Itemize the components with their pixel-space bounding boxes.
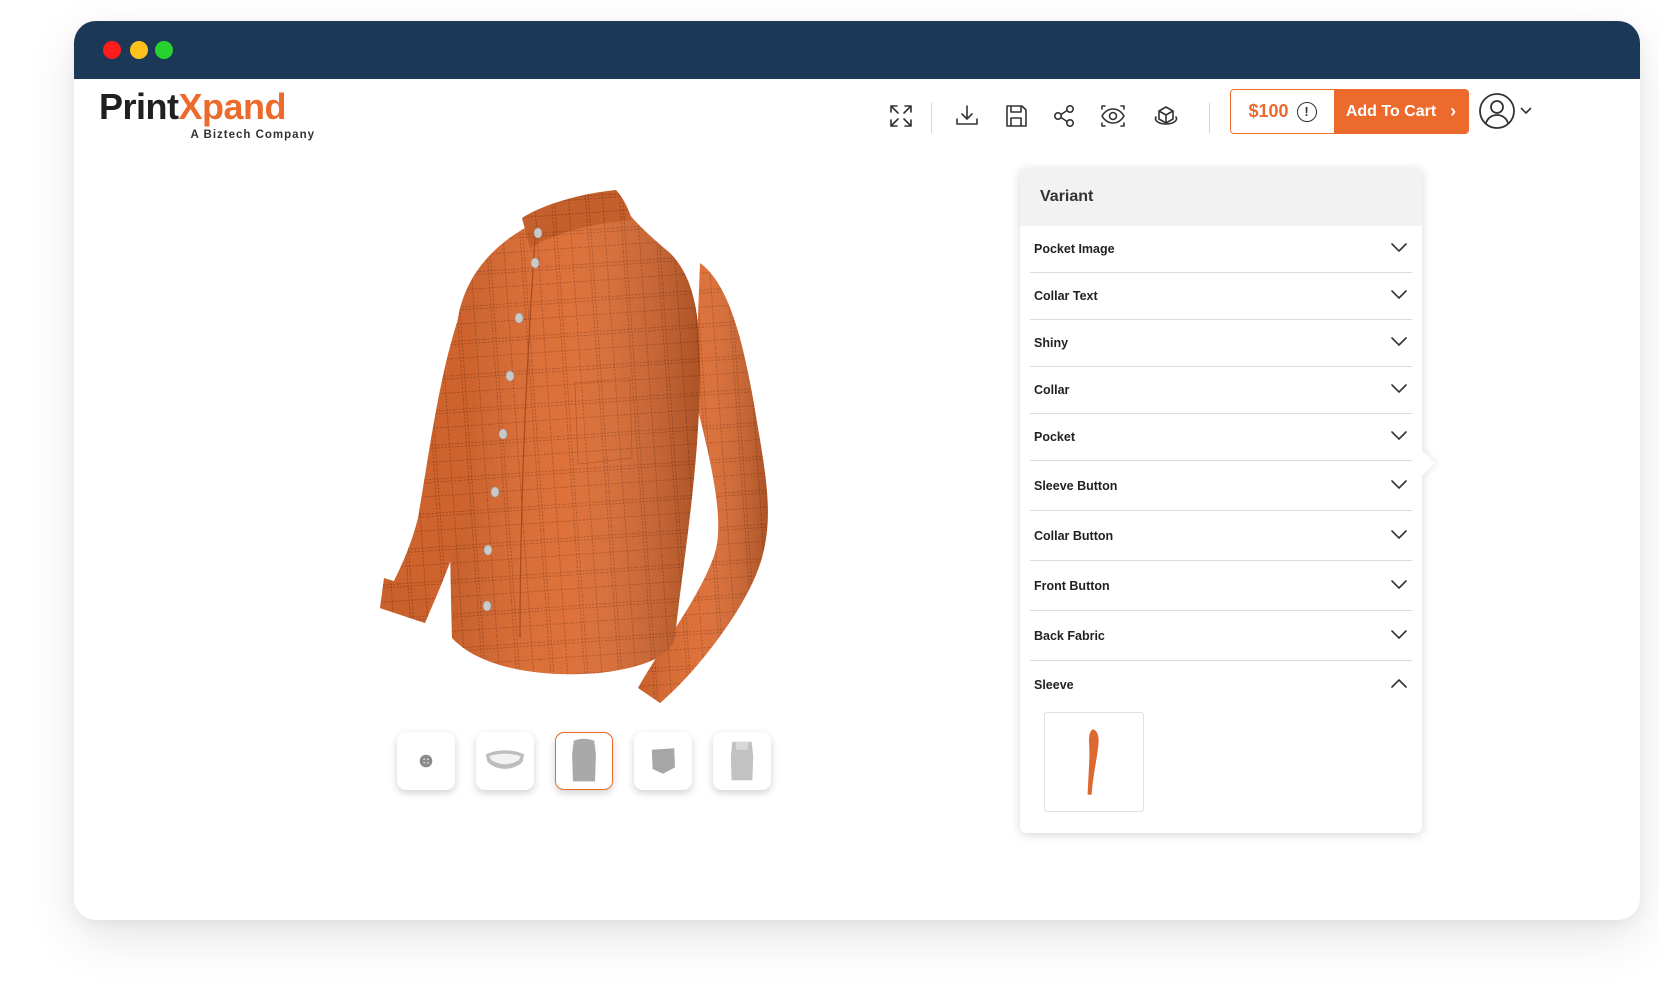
variant-row-label: Pocket Image bbox=[1034, 242, 1115, 256]
variant-row-sleeve-button[interactable]: Sleeve Button bbox=[1030, 461, 1412, 511]
variant-row-label: Back Fabric bbox=[1034, 628, 1105, 643]
chevron-down-icon bbox=[1390, 428, 1408, 446]
variant-row-label: Sleeve Button bbox=[1034, 478, 1118, 493]
price-value: $100 bbox=[1248, 101, 1289, 121]
variant-panel: Variant Pocket Image Collar Text Shiny C… bbox=[1020, 168, 1422, 833]
chevron-down-icon bbox=[1390, 240, 1408, 258]
variant-row-label: Pocket bbox=[1034, 430, 1075, 444]
window-titlebar bbox=[74, 21, 1640, 79]
variant-row-sleeve[interactable]: Sleeve bbox=[1030, 661, 1412, 708]
chevron-down-icon bbox=[1390, 527, 1408, 545]
variant-row-label: Front Button bbox=[1034, 578, 1110, 593]
pocket-part-icon bbox=[651, 748, 675, 774]
logo-text-xpand: Xpand bbox=[178, 86, 287, 127]
fullscreen-icon[interactable] bbox=[884, 99, 918, 133]
chevron-down-icon bbox=[1390, 577, 1408, 595]
variant-row-pocket[interactable]: Pocket bbox=[1030, 414, 1412, 461]
variant-row-collar-button[interactable]: Collar Button bbox=[1030, 511, 1412, 561]
thumbnail-pocket-part[interactable] bbox=[634, 732, 692, 790]
share-icon[interactable] bbox=[1047, 99, 1081, 133]
variant-row-back-fabric[interactable]: Back Fabric bbox=[1030, 611, 1412, 661]
sleeve-option-swatch[interactable] bbox=[1044, 712, 1144, 812]
variant-row-label: Sleeve bbox=[1034, 677, 1074, 692]
variant-row-label: Collar Button bbox=[1034, 528, 1114, 543]
front-body-part-icon bbox=[572, 738, 596, 782]
maximize-window-button[interactable] bbox=[155, 41, 173, 59]
chevron-right-icon: › bbox=[1450, 101, 1457, 121]
product-3d-viewer[interactable] bbox=[370, 168, 790, 708]
printxpand-logo[interactable]: PrintXpand A Biztech Company bbox=[99, 87, 315, 143]
toolbar-divider bbox=[931, 103, 932, 133]
chevron-down-icon bbox=[1390, 627, 1408, 645]
thumbnail-front-body-part[interactable] bbox=[555, 732, 613, 790]
add-to-cart-button[interactable]: Add To Cart › bbox=[1334, 90, 1468, 133]
variant-row-shiny[interactable]: Shiny bbox=[1030, 320, 1412, 367]
variant-row-pocket-image[interactable]: Pocket Image bbox=[1030, 226, 1412, 273]
close-window-button[interactable] bbox=[103, 41, 121, 59]
thumbnail-collar-part[interactable] bbox=[476, 732, 534, 790]
variant-row-collar-text[interactable]: Collar Text bbox=[1030, 273, 1412, 320]
info-icon[interactable]: ! bbox=[1296, 101, 1317, 122]
sleeve-option-image bbox=[1087, 729, 1099, 795]
shirt-model bbox=[380, 190, 768, 703]
collar-part-icon bbox=[485, 750, 525, 769]
user-menu[interactable] bbox=[1478, 91, 1536, 131]
chevron-down-icon bbox=[1390, 477, 1408, 495]
minimize-window-button[interactable] bbox=[130, 41, 148, 59]
logo-text-print: Print bbox=[99, 86, 179, 127]
variant-row-label: Shiny bbox=[1034, 336, 1069, 350]
app-window: PrintXpand A Biztech Company $100 ! Add … bbox=[74, 21, 1640, 920]
preview-eye-icon[interactable] bbox=[1096, 99, 1130, 133]
price-box: $100 ! bbox=[1231, 90, 1334, 133]
variant-row-label: Collar bbox=[1034, 383, 1070, 397]
price-cart-group: $100 ! Add To Cart › bbox=[1230, 89, 1469, 134]
variant-row-collar[interactable]: Collar bbox=[1030, 367, 1412, 414]
3d-view-icon[interactable] bbox=[1149, 99, 1183, 133]
chevron-down-icon bbox=[1390, 334, 1408, 352]
button-part-icon bbox=[419, 754, 433, 768]
add-to-cart-label: Add To Cart bbox=[1345, 102, 1437, 120]
chevron-up-icon bbox=[1390, 676, 1408, 694]
download-icon[interactable] bbox=[950, 99, 984, 133]
chevron-down-icon bbox=[1390, 287, 1408, 305]
thumbnail-button-part[interactable] bbox=[397, 732, 455, 790]
chevron-down-icon bbox=[1520, 107, 1532, 115]
logo-tagline: A Biztech Company bbox=[190, 129, 315, 141]
save-icon[interactable] bbox=[999, 99, 1033, 133]
thumbnail-back-body-part[interactable] bbox=[713, 732, 771, 790]
chevron-down-icon bbox=[1390, 381, 1408, 399]
toolbar-divider bbox=[1209, 103, 1210, 133]
variant-row-front-button[interactable]: Front Button bbox=[1030, 561, 1412, 611]
variant-row-label: Collar Text bbox=[1034, 289, 1098, 303]
back-body-part-icon bbox=[730, 741, 754, 781]
variant-panel-title: Variant bbox=[1020, 168, 1422, 226]
user-avatar-icon bbox=[1479, 93, 1515, 129]
